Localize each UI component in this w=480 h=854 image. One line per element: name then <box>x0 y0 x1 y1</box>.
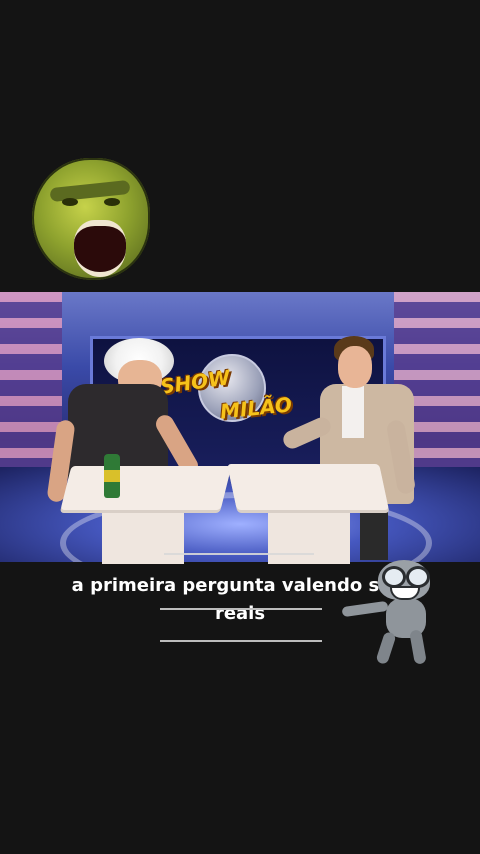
screaming-green-face-icon <box>32 158 150 280</box>
frog-goggle-right <box>406 566 430 588</box>
frog-leg-left <box>375 630 397 666</box>
podium-left-base <box>102 504 184 564</box>
eye-left <box>62 198 78 206</box>
host-head <box>338 346 372 388</box>
frog-leg-right <box>409 629 427 665</box>
frog-goggle-left <box>382 566 406 588</box>
eye-right <box>104 198 120 206</box>
caption-rule-1 <box>160 608 322 610</box>
dancing-frog-icon <box>334 556 444 668</box>
podium-left-top <box>60 466 232 510</box>
video-progress-line[interactable] <box>164 553 314 555</box>
mouth-shape <box>74 220 126 277</box>
host-shirt <box>342 386 364 438</box>
show-logo: SHOW MILÃO <box>159 352 293 432</box>
story-frame: SHOW MILÃO a primeira pergunta valendo s… <box>0 0 480 854</box>
frog-arm <box>341 600 389 618</box>
podium-right-top <box>227 464 389 510</box>
bottle-label <box>104 470 120 482</box>
caption-rule-2 <box>160 640 322 642</box>
